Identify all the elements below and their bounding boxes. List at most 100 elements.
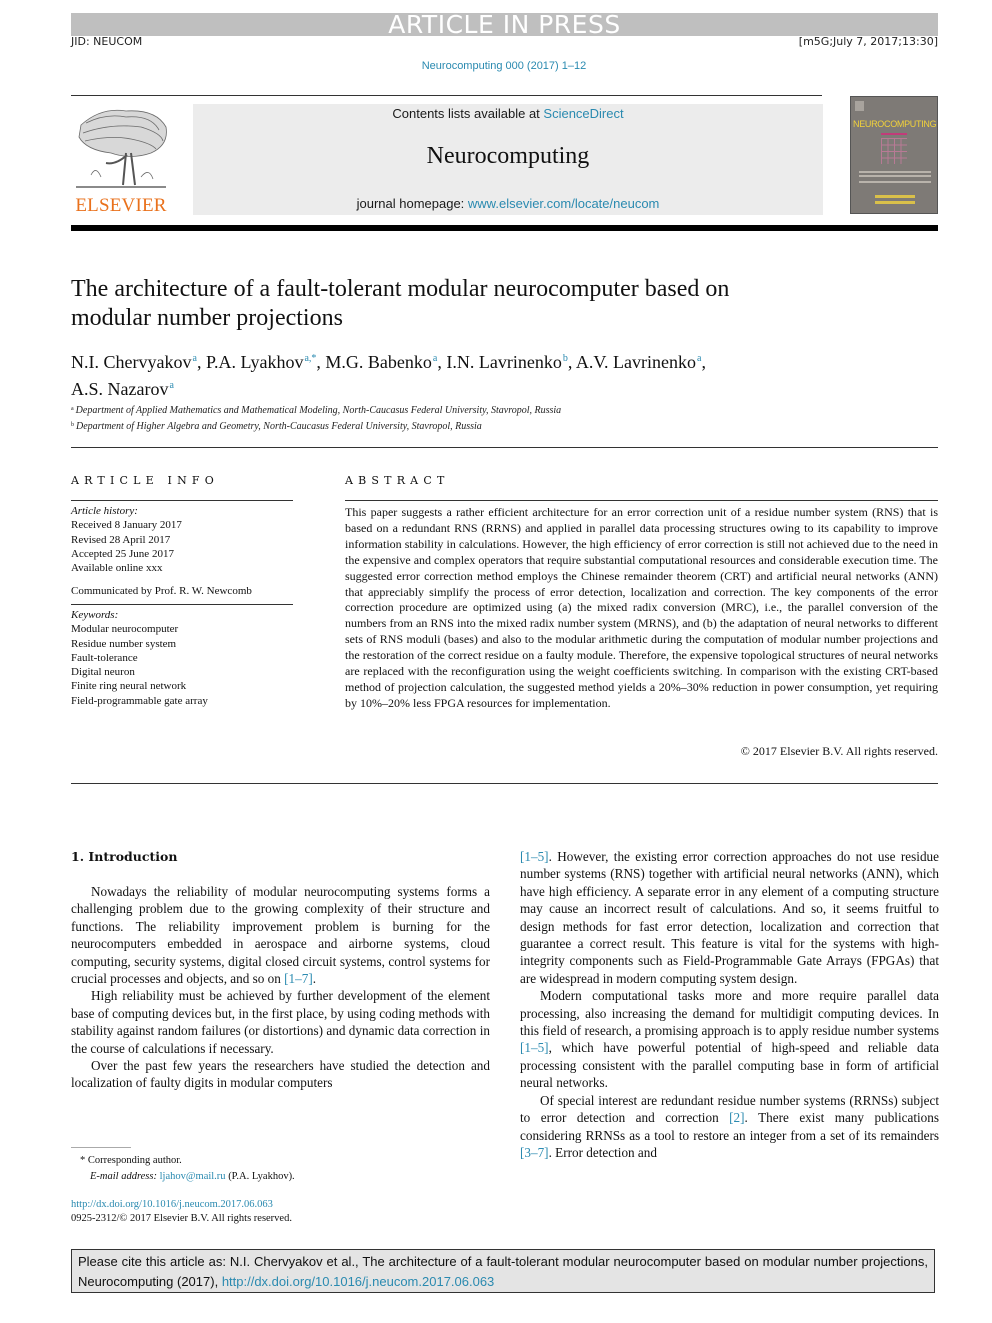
cover-text-line bbox=[859, 171, 931, 173]
body-column-left: Nowadays the reliability of modular neur… bbox=[71, 883, 490, 1092]
keywords-block: Keywords: Modular neurocomputer Residue … bbox=[71, 608, 301, 708]
paragraph-text: . However, the existing error correction… bbox=[520, 849, 939, 986]
abstract-text: This paper suggests a rather efficient a… bbox=[345, 505, 938, 710]
cite-doi-link[interactable]: http://dx.doi.org/10.1016/j.neucom.2017.… bbox=[222, 1274, 494, 1289]
paragraph-text: Nowadays the reliability of modular neur… bbox=[71, 884, 490, 987]
section-heading-introduction: 1. Introduction bbox=[71, 849, 178, 864]
abstract-end-rule bbox=[71, 783, 938, 784]
email-link[interactable]: ljahov@mail.ru bbox=[160, 1171, 226, 1182]
title-line-2: modular number projections bbox=[71, 305, 343, 331]
author-name: N.I. Chervyakov bbox=[71, 352, 192, 372]
author-affiliation-link[interactable]: a,* bbox=[304, 353, 316, 364]
abstract-heading: ABSTRACT bbox=[345, 474, 450, 487]
cover-accent-bar bbox=[881, 133, 907, 135]
article-in-press-banner: ARTICLE IN PRESS bbox=[71, 12, 938, 37]
cover-publisher-icon bbox=[855, 101, 864, 111]
email-owner: (P.A. Lyakhov). bbox=[225, 1171, 295, 1182]
history-item: Received 8 January 2017 bbox=[71, 519, 182, 532]
paragraph-text: . Error detection and bbox=[548, 1144, 657, 1160]
header-rule-bottom bbox=[71, 225, 938, 231]
affiliation-text: Department of Higher Algebra and Geometr… bbox=[76, 421, 482, 432]
keyword: Field-programmable gate array bbox=[71, 694, 208, 707]
abstract-copyright: © 2017 Elsevier B.V. All rights reserved… bbox=[740, 744, 938, 758]
citation-link[interactable]: [3–7] bbox=[520, 1145, 549, 1160]
paragraph: [1–5]. However, the existing error corre… bbox=[520, 848, 939, 987]
doi-link[interactable]: http://dx.doi.org/10.1016/j.neucom.2017.… bbox=[71, 1199, 273, 1210]
history-label: Article history: bbox=[71, 505, 138, 517]
cover-grid-graphic bbox=[881, 138, 907, 164]
homepage-prefix: journal homepage: bbox=[356, 196, 468, 211]
keyword: Digital neuron bbox=[71, 666, 135, 679]
paragraph: Nowadays the reliability of modular neur… bbox=[71, 883, 490, 987]
elsevier-tree-icon bbox=[76, 109, 167, 188]
cite-text: Please cite this article as: N.I. Chervy… bbox=[78, 1254, 928, 1289]
build-stamp: [m5G;July 7, 2017;13:30] bbox=[798, 35, 938, 48]
cover-editor-line bbox=[875, 201, 915, 204]
author-name: M.G. Babenko bbox=[325, 352, 432, 372]
author-affiliation-link[interactable]: a bbox=[192, 353, 196, 364]
affiliations: a Department of Applied Mathematics and M… bbox=[71, 402, 931, 434]
author-affiliation-link[interactable]: a bbox=[697, 353, 701, 364]
author-affiliation-link[interactable]: a bbox=[169, 380, 173, 391]
author-affiliation-link[interactable]: b bbox=[563, 353, 568, 364]
contents-prefix: Contents lists available at bbox=[392, 106, 544, 121]
affiliation-key: a bbox=[71, 406, 74, 412]
elsevier-logo[interactable]: ELSEVIER bbox=[71, 105, 171, 216]
keywords-label: Keywords: bbox=[71, 609, 119, 621]
paragraph: High reliability must be achieved by fur… bbox=[71, 988, 490, 1056]
journal-name: Neurocomputing bbox=[426, 143, 590, 169]
author-affiliation-link[interactable]: a bbox=[433, 353, 437, 364]
citation-link[interactable]: [1–5] bbox=[520, 1040, 549, 1055]
sciencedirect-link[interactable]: ScienceDirect bbox=[543, 106, 623, 121]
affiliation-item: b Department of Higher Algebra and Geomet… bbox=[71, 418, 931, 434]
citation-link[interactable]: [1–7] bbox=[284, 971, 313, 986]
history-item: Accepted 25 June 2017 bbox=[71, 547, 174, 560]
communicated-by: Communicated by Prof. R. W. Newcomb bbox=[71, 585, 252, 597]
citation-link[interactable]: [1–5] bbox=[520, 849, 549, 864]
author-name: P.A. Lyakhov bbox=[205, 352, 304, 372]
elsevier-wordmark: ELSEVIER bbox=[75, 195, 167, 216]
author-name: A.V. Lavrinenko bbox=[575, 352, 696, 372]
keyword: Residue number system bbox=[71, 637, 177, 650]
doi-note: http://dx.doi.org/10.1016/j.neucom.2017.… bbox=[71, 1197, 491, 1212]
citation-link[interactable]: [2] bbox=[729, 1110, 744, 1125]
email-label: E-mail address: bbox=[90, 1171, 160, 1182]
keyword: Modular neurocomputer bbox=[71, 623, 179, 636]
corresponding-author-text: Corresponding author. bbox=[87, 1155, 182, 1166]
section-rule bbox=[71, 447, 938, 448]
article-history: Article history: Received 8 January 2017… bbox=[71, 504, 301, 575]
cover-text-line bbox=[859, 181, 931, 183]
issn-copyright: 0925-2312/© 2017 Elsevier B.V. All right… bbox=[71, 1213, 292, 1224]
body-column-right: [1–5]. However, the existing error corre… bbox=[520, 848, 939, 1161]
paragraph-text: . bbox=[312, 971, 317, 987]
cite-this-article-box: Please cite this article as: N.I. Chervy… bbox=[71, 1249, 935, 1293]
journal-reference[interactable]: Neurocomputing 000 (2017) 1–12 bbox=[422, 60, 587, 72]
journal-cover-thumbnail[interactable]: NEUROCOMPUTING bbox=[850, 96, 938, 214]
author-name: A.S. Nazarov bbox=[71, 379, 169, 399]
affiliation-key: b bbox=[71, 422, 74, 428]
cover-editor-line bbox=[875, 195, 915, 198]
abstract-rule bbox=[345, 500, 938, 501]
paragraph-text: Modern computational tasks more and more… bbox=[520, 988, 939, 1039]
author-name: I.N. Lavrinenko bbox=[446, 352, 562, 372]
keyword: Finite ring neural network bbox=[71, 680, 187, 693]
affiliation-item: a Department of Applied Mathematics and M… bbox=[71, 402, 931, 418]
paragraph: Over the past few years the researchers … bbox=[71, 1058, 490, 1091]
title-line-1: The architecture of a fault-tolerant mod… bbox=[71, 276, 730, 302]
journal-reference-link[interactable]: Neurocomputing 000 (2017) 1–12 bbox=[0, 60, 992, 72]
paragraph-text: , which have powerful potential of high-… bbox=[520, 1040, 939, 1091]
journal-id: JID: NEUCOM bbox=[71, 35, 143, 48]
article-info-heading: ARTICLE INFO bbox=[71, 474, 219, 487]
keywords-rule bbox=[71, 604, 293, 605]
author-list: N.I. Chervyakova, P.A. Lyakhova,*, M.G. … bbox=[71, 352, 706, 399]
article-info-rule bbox=[71, 500, 293, 501]
paragraph: Modern computational tasks more and more… bbox=[520, 987, 939, 1091]
article-title: The architecture of a fault-tolerant mod… bbox=[71, 275, 871, 333]
email-note: E-mail address: ljahov@mail.ru (P.A. Lya… bbox=[90, 1169, 510, 1184]
history-item: Revised 28 April 2017 bbox=[71, 533, 171, 546]
footnote-mark: * bbox=[80, 1155, 86, 1166]
homepage-link[interactable]: www.elsevier.com/locate/neucom bbox=[468, 196, 659, 211]
paragraph: Of special interest are redundant residu… bbox=[520, 1092, 939, 1162]
contents-availability: Contents lists available at ScienceDirec… bbox=[193, 106, 823, 121]
header-rule-top bbox=[71, 95, 822, 96]
